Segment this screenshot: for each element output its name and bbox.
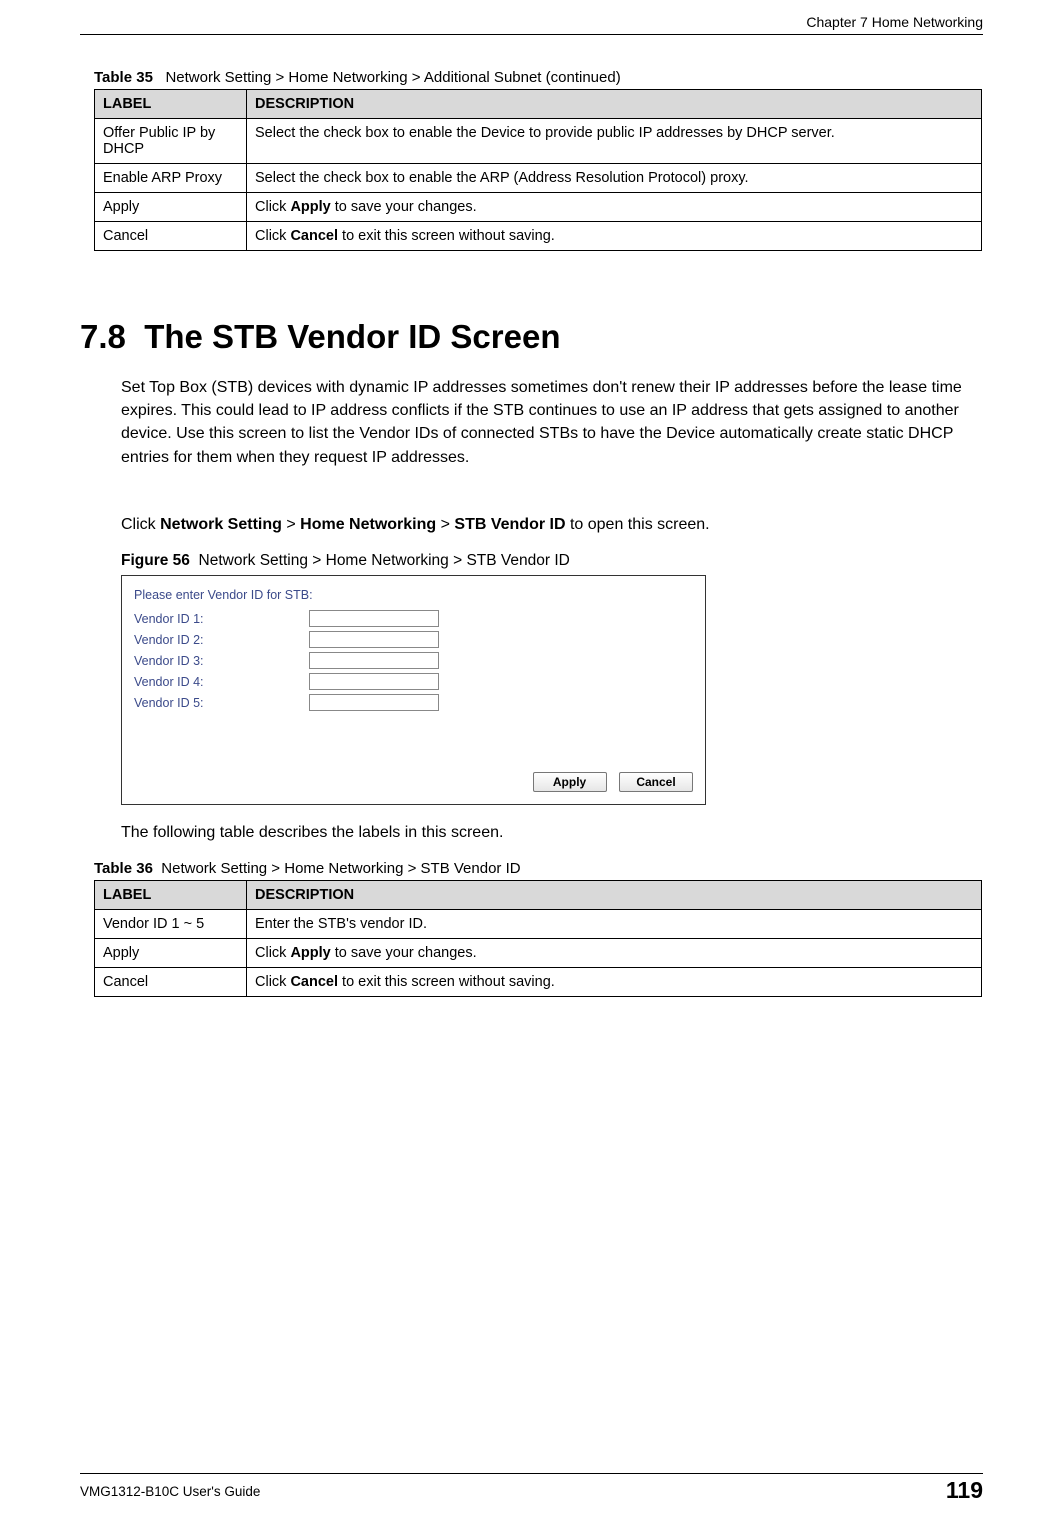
footer-rule	[80, 1473, 983, 1474]
cancel-button[interactable]: Cancel	[619, 772, 693, 792]
table36-caption-label: Table 36	[94, 860, 153, 877]
section-title-text: The STB Vendor ID Screen	[144, 318, 560, 355]
vendor-id-4-input[interactable]	[309, 673, 439, 690]
table35-r3-prefix: Click	[255, 228, 290, 244]
table36-th-desc: DESCRIPTION	[247, 881, 982, 910]
vendor-id-5-label: Vendor ID 5:	[132, 696, 309, 710]
table35-caption-text: Network Setting > Home Networking > Addi…	[165, 69, 620, 86]
table36-th-label: LABEL	[95, 881, 247, 910]
table35-r2-desc: Click Apply to save your changes.	[247, 193, 982, 222]
table36-r1-prefix: Click	[255, 945, 290, 961]
vendor-row-4: Vendor ID 4:	[132, 673, 695, 690]
vendor-row-2: Vendor ID 2:	[132, 631, 695, 648]
para2-path2: Home Networking	[300, 516, 436, 533]
table35-r1-label: Enable ARP Proxy	[95, 164, 247, 193]
table36-caption-text: Network Setting > Home Networking > STB …	[161, 860, 520, 877]
chapter-header: Chapter 7 Home Networking	[806, 14, 983, 30]
section-heading: 7.8 The STB Vendor ID Screen	[80, 318, 561, 356]
para2-suffix: to open this screen.	[566, 516, 710, 533]
table35-r3-label: Cancel	[95, 222, 247, 251]
vendor-row-1: Vendor ID 1:	[132, 610, 695, 627]
vendor-id-2-label: Vendor ID 2:	[132, 633, 309, 647]
table-row: Cancel Click Cancel to exit this screen …	[95, 968, 982, 997]
table36-r2-desc: Click Cancel to exit this screen without…	[247, 968, 982, 997]
table36-r1-suffix: to save your changes.	[331, 945, 477, 961]
table35-r2-bold: Apply	[290, 199, 330, 215]
apply-button[interactable]: Apply	[533, 772, 607, 792]
table36-r1-desc: Click Apply to save your changes.	[247, 939, 982, 968]
para2-path1: Network Setting	[160, 516, 282, 533]
page-number: 119	[946, 1477, 983, 1504]
table35-caption-label: Table 35	[94, 69, 153, 86]
vendor-row-3: Vendor ID 3:	[132, 652, 695, 669]
para2-path3: STB Vendor ID	[454, 516, 565, 533]
table35-r0-label: Offer Public IP by DHCP	[95, 119, 247, 164]
table36-header-row: LABEL DESCRIPTION	[95, 881, 982, 910]
table35-th-label: LABEL	[95, 90, 247, 119]
vendor-id-3-label: Vendor ID 3:	[132, 654, 309, 668]
table35-r2-label: Apply	[95, 193, 247, 222]
table-row: Apply Click Apply to save your changes.	[95, 939, 982, 968]
table-row: Enable ARP Proxy Select the check box to…	[95, 164, 982, 193]
para2-prefix: Click	[121, 516, 160, 533]
vendor-id-4-label: Vendor ID 4:	[132, 675, 309, 689]
table36-r0-label: Vendor ID 1 ~ 5	[95, 910, 247, 939]
table-row: Offer Public IP by DHCP Select the check…	[95, 119, 982, 164]
table36-r2-bold: Cancel	[290, 974, 338, 990]
table-row: Vendor ID 1 ~ 5 Enter the STB's vendor I…	[95, 910, 982, 939]
section-para1: Set Top Box (STB) devices with dynamic I…	[121, 376, 983, 469]
vendor-id-3-input[interactable]	[309, 652, 439, 669]
vendor-row-5: Vendor ID 5:	[132, 694, 695, 711]
table35-th-desc: DESCRIPTION	[247, 90, 982, 119]
table36-r1-label: Apply	[95, 939, 247, 968]
section-para2: Click Network Setting > Home Networking …	[121, 513, 983, 536]
header-rule	[80, 34, 983, 35]
figure56-caption-text: Network Setting > Home Networking > STB …	[199, 552, 570, 569]
table35-r1-desc: Select the check box to enable the ARP (…	[247, 164, 982, 193]
vendor-id-1-input[interactable]	[309, 610, 439, 627]
figure56-screenshot: Please enter Vendor ID for STB: Vendor I…	[121, 575, 706, 805]
table36-r0-desc: Enter the STB's vendor ID.	[247, 910, 982, 939]
table35-caption: Table 35 Network Setting > Home Networki…	[94, 69, 621, 86]
table36-r2-prefix: Click	[255, 974, 290, 990]
vendor-id-1-label: Vendor ID 1:	[132, 612, 309, 626]
table35-r3-suffix: to exit this screen without saving.	[338, 228, 555, 244]
table35-r3-bold: Cancel	[290, 228, 338, 244]
table35-r2-prefix: Click	[255, 199, 290, 215]
figure56-caption-label: Figure 56	[121, 552, 190, 569]
table36-r2-label: Cancel	[95, 968, 247, 997]
table35-header-row: LABEL DESCRIPTION	[95, 90, 982, 119]
para2-sep1: >	[282, 516, 300, 533]
vendor-id-5-input[interactable]	[309, 694, 439, 711]
table36: LABEL DESCRIPTION Vendor ID 1 ~ 5 Enter …	[94, 880, 982, 997]
footer-guide: VMG1312-B10C User's Guide	[80, 1484, 260, 1499]
button-bar: Apply Cancel	[525, 772, 693, 792]
table35-r2-suffix: to save your changes.	[331, 199, 477, 215]
vendor-id-2-input[interactable]	[309, 631, 439, 648]
para2-sep2: >	[436, 516, 454, 533]
table35-r0-desc: Select the check box to enable the Devic…	[247, 119, 982, 164]
table35-r3-desc: Click Cancel to exit this screen without…	[247, 222, 982, 251]
stb-prompt: Please enter Vendor ID for STB:	[134, 588, 695, 602]
section-number: 7.8	[80, 318, 126, 355]
table-row: Cancel Click Cancel to exit this screen …	[95, 222, 982, 251]
figure56-caption: Figure 56 Network Setting > Home Network…	[121, 552, 570, 570]
table35: LABEL DESCRIPTION Offer Public IP by DHC…	[94, 89, 982, 251]
table36-r2-suffix: to exit this screen without saving.	[338, 974, 555, 990]
table36-r1-bold: Apply	[290, 945, 330, 961]
table-row: Apply Click Apply to save your changes.	[95, 193, 982, 222]
table36-caption: Table 36 Network Setting > Home Networki…	[94, 860, 521, 877]
para3: The following table describes the labels…	[121, 824, 983, 842]
